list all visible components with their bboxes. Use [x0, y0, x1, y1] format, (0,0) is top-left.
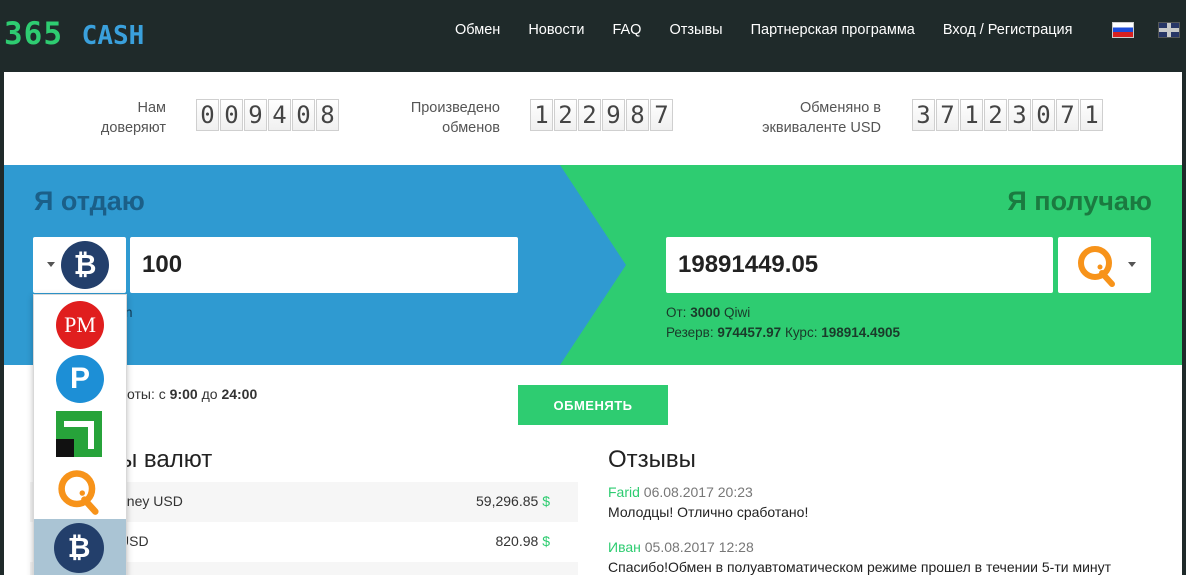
- counter-usd: 37123071: [912, 99, 1104, 131]
- currency-dropdown-list: PM P ₿: [33, 294, 127, 575]
- counter-digit: 1: [1080, 99, 1103, 131]
- logo-word: CASH: [81, 21, 145, 51]
- bitcoin-icon: ₿: [61, 241, 109, 289]
- counter-digit: 0: [220, 99, 243, 131]
- counter-digit: 9: [602, 99, 625, 131]
- privatbank-icon: [56, 411, 102, 457]
- top-navbar: 365 CASH Обмен Новости FAQ Отзывы Партне…: [0, 0, 1186, 72]
- counter-digit: 2: [578, 99, 601, 131]
- counter-trust: 009408: [196, 99, 340, 131]
- counter-digit: 3: [1008, 99, 1031, 131]
- nav-reviews[interactable]: Отзывы: [669, 20, 722, 40]
- give-currency-select[interactable]: ₿: [33, 237, 126, 293]
- page-content: Нам доверяют 009408 Произведено обменов …: [4, 72, 1182, 575]
- dropdown-option-payeer[interactable]: P: [34, 351, 126, 407]
- min-amount-info: От: 3000 Qiwi: [666, 305, 751, 320]
- qiwi-icon: [58, 470, 99, 515]
- rates-title: ы валют: [120, 446, 213, 473]
- logo-number: 365: [4, 16, 63, 52]
- main-nav: Обмен Новости FAQ Отзывы Партнерская про…: [441, 20, 1087, 40]
- counter-digit: 8: [316, 99, 339, 131]
- chevron-down-icon: [1128, 262, 1136, 267]
- counter-digit: 2: [554, 99, 577, 131]
- get-title: Я получаю: [1007, 186, 1152, 216]
- stat-label-trust: Нам доверяют: [100, 100, 166, 136]
- counter-digit: 0: [292, 99, 315, 131]
- nav-login-register[interactable]: Вход / Регистрация: [943, 20, 1073, 40]
- payeer-icon: P: [56, 355, 104, 403]
- counter-digit: 0: [1032, 99, 1055, 131]
- working-hours: боты: с 9:00 до 24:00: [119, 386, 258, 402]
- get-currency-select[interactable]: [1058, 237, 1151, 293]
- qiwi-icon: [1078, 246, 1115, 287]
- review-item: Иван 05.08.2017 12:28 Спасибо!Обмен в по…: [608, 539, 1112, 575]
- dropdown-option-bitcoin[interactable]: ₿: [34, 519, 126, 575]
- chevron-down-icon: [47, 262, 55, 267]
- give-amount-input[interactable]: [130, 237, 518, 293]
- counter-digit: 0: [196, 99, 219, 131]
- stat-label-usd: Обменяно в эквиваленте USD: [762, 100, 881, 136]
- get-amount-input[interactable]: [666, 237, 1053, 293]
- counter-digit: 7: [1056, 99, 1079, 131]
- site-logo[interactable]: 365 CASH: [4, 14, 144, 56]
- nav-partner-program[interactable]: Партнерская программа: [751, 20, 915, 40]
- counter-digit: 9: [244, 99, 267, 131]
- dropdown-option-qiwi[interactable]: [34, 463, 126, 519]
- reserve-rate-info: Резерв: 974457.97 Курс: 198914.4905: [666, 325, 901, 340]
- exchange-button[interactable]: ОБМЕНЯТЬ: [518, 385, 668, 425]
- counter-digit: 3: [912, 99, 935, 131]
- counter-exchanges: 122987: [530, 99, 674, 131]
- counter-digit: 7: [936, 99, 959, 131]
- counter-digit: 1: [960, 99, 983, 131]
- nav-faq[interactable]: FAQ: [612, 20, 641, 40]
- nav-exchange[interactable]: Обмен: [455, 20, 500, 40]
- give-title: Я отдаю: [34, 186, 145, 216]
- counter-digit: 2: [984, 99, 1007, 131]
- counter-digit: 4: [268, 99, 291, 131]
- perfect-money-icon: PM: [56, 301, 104, 349]
- english-flag-icon[interactable]: [1158, 22, 1180, 38]
- bitcoin-icon: ₿: [54, 523, 104, 573]
- stat-label-exchanges: Произведено обменов: [410, 100, 500, 136]
- reviews-title: Отзывы: [608, 446, 696, 473]
- counter-digit: 7: [650, 99, 673, 131]
- review-item: Farid 06.08.2017 20:23 Молодцы! Отлично …: [608, 484, 809, 520]
- russian-flag-icon[interactable]: [1112, 22, 1134, 38]
- dropdown-option-perfect-money[interactable]: PM: [34, 295, 126, 351]
- counter-digit: 1: [530, 99, 553, 131]
- dropdown-option-privatbank[interactable]: [34, 407, 126, 463]
- nav-news[interactable]: Новости: [528, 20, 584, 40]
- counter-digit: 8: [626, 99, 649, 131]
